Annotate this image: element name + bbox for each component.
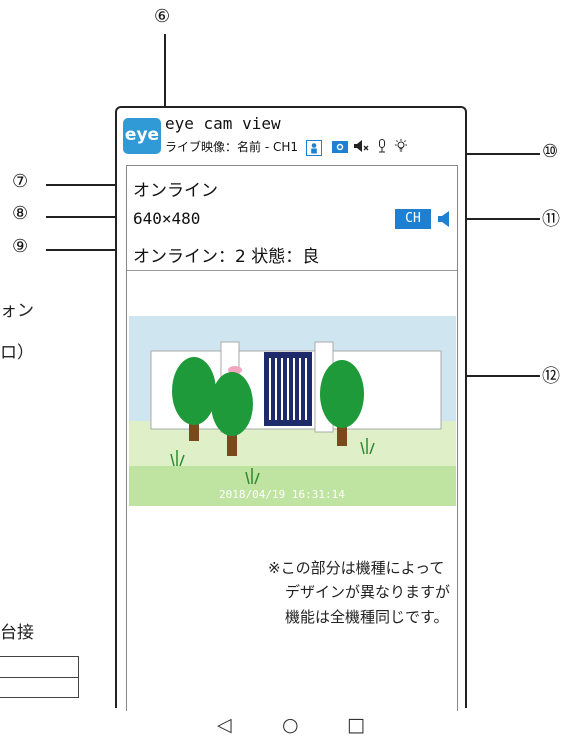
nav-recent-icon[interactable]: □ [347, 714, 365, 736]
app-subtitle: ライブ映像：名前 - CH1 [165, 138, 408, 156]
callout-6: ⑥ [154, 6, 171, 27]
note-line-2: デザインが異なりますが [285, 583, 451, 601]
app-title: eye cam view [165, 114, 281, 133]
callout-8-line [46, 216, 126, 218]
channel-button[interactable]: CH [395, 209, 431, 229]
video-timestamp: 2018/04/19 16:31:14 [219, 488, 345, 501]
callout-7: ⑦ [12, 171, 29, 192]
note-line-3: 機能は全機種同じです。 [285, 608, 449, 626]
light-bulb-icon[interactable] [394, 139, 408, 156]
left-fragment-3: 台接 [0, 623, 34, 643]
callout-9-line [46, 249, 126, 251]
connection-status: オンライン：2 状態：良 [133, 247, 320, 267]
callout-9: ⑨ [12, 236, 29, 257]
left-fragment-2: ロ） [0, 343, 34, 363]
microphone-icon[interactable] [377, 139, 387, 156]
callout-12: ⑫ [542, 366, 560, 387]
speaker-icon[interactable] [437, 209, 451, 229]
callout-12-line [463, 375, 540, 377]
callout-10: ⑩ [542, 141, 559, 162]
left-table-fragment [0, 656, 79, 698]
note-line-1: ※この部分は機種によって [268, 559, 445, 577]
callout-11: ⑪ [542, 209, 560, 230]
content-panel: オンライン 640×480 CH オンライン：2 状態：良 2018/04/19… [126, 165, 458, 736]
person-icon[interactable] [305, 139, 322, 156]
nav-back-icon[interactable]: ◁ [217, 714, 232, 736]
callout-7-line [46, 184, 126, 186]
online-status: オンライン [133, 181, 218, 201]
left-fragment-1: ォン [0, 301, 34, 321]
divider [127, 270, 457, 271]
resolution-text: 640×480 [133, 209, 201, 228]
live-video-label: ライブ映像：名前 - CH1 [165, 140, 298, 154]
camera-icon[interactable] [331, 139, 348, 156]
app-logo-icon: eye [123, 118, 161, 154]
nav-home-icon[interactable]: ○ [282, 714, 299, 736]
live-video-view[interactable]: 2018/04/19 16:31:14 [129, 316, 456, 506]
mute-icon[interactable] [354, 140, 370, 155]
callout-10-line [460, 153, 540, 155]
camera-scene-illustration [129, 316, 456, 506]
callout-8: ⑧ [12, 203, 29, 224]
